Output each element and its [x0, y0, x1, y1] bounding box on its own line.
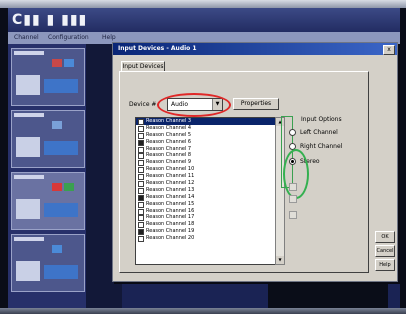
channel-list-item[interactable]: Reason Channel 17: [136, 214, 276, 222]
input-options-label: Input Options: [301, 116, 342, 123]
channel-label: Reason Channel 11: [146, 173, 195, 180]
channel-list-item[interactable]: Reason Channel 18: [136, 221, 276, 229]
channel-list-item[interactable]: Reason Channel 20: [136, 235, 276, 243]
channel-label: Reason Channel 18: [146, 221, 195, 228]
cancel-button[interactable]: Cancel: [375, 245, 395, 257]
channel-list-item[interactable]: Reason Channel 3: [136, 118, 276, 125]
channel-list-item[interactable]: Reason Channel 10: [136, 166, 276, 174]
track-tile-selected[interactable]: [11, 172, 85, 230]
device-label: Device #: [129, 101, 157, 108]
monitor-bezel-bottom: [0, 308, 406, 314]
checkbox-icon[interactable]: [138, 236, 144, 243]
channel-list-item[interactable]: Reason Channel 19: [136, 228, 276, 236]
channel-label: Reason Channel 8: [146, 152, 192, 159]
channel-label: Reason Channel 19: [146, 228, 195, 235]
channel-list-item[interactable]: Reason Channel 6: [136, 139, 276, 146]
disabled-checkbox: [289, 211, 297, 219]
ok-button[interactable]: OK: [375, 231, 395, 243]
menu-item-configuration[interactable]: Configuration: [48, 34, 89, 41]
input-devices-dialog: Input Devices - Audio 1 x Input Devices …: [112, 42, 398, 282]
red-highlight-annotation: [157, 93, 231, 117]
channel-label: Reason Channel 12: [146, 180, 195, 187]
channel-list-item[interactable]: Reason Channel 8: [136, 152, 276, 160]
channel-list-item[interactable]: Reason Channel 7: [136, 146, 276, 153]
app-logo: C▮▮ ▮ ▮▮▮: [12, 12, 88, 28]
channel-label: Reason Channel 20: [146, 235, 195, 242]
channel-list-item[interactable]: Reason Channel 4: [136, 125, 276, 132]
channel-list-item[interactable]: Reason Channel 5: [136, 132, 276, 139]
channel-label: Reason Channel 13: [146, 186, 195, 193]
channel-label: Reason Channel 17: [146, 214, 195, 221]
disabled-checkbox: [289, 183, 297, 191]
channel-label: Reason Channel 9: [146, 159, 192, 166]
monitor-bezel-top: [0, 0, 406, 8]
channel-list[interactable]: Reason Channel 3 Reason Channel 4 Reason C…: [135, 117, 277, 265]
channel-label: Reason Channel 16: [146, 207, 195, 214]
app-title-bar: C▮▮ ▮ ▮▮▮: [8, 8, 400, 32]
menu-item-help[interactable]: Help: [102, 34, 116, 41]
properties-button[interactable]: Properties: [233, 98, 279, 110]
track-tile[interactable]: [11, 110, 85, 168]
channel-label: Reason Channel 15: [146, 200, 195, 207]
green-circle-annotation: [283, 149, 309, 199]
channel-label: Reason Channel 4: [146, 124, 192, 131]
channel-label: Reason Channel 6: [146, 138, 192, 145]
help-button[interactable]: Help: [375, 259, 395, 271]
channel-list-item[interactable]: Reason Channel 14: [136, 194, 276, 201]
dialog-title: Input Devices - Audio 1: [118, 45, 197, 52]
track-tile[interactable]: [11, 48, 85, 106]
scroll-down-icon[interactable]: ▼: [276, 256, 284, 264]
channel-list-item[interactable]: Reason Channel 16: [136, 208, 276, 215]
channel-list-item[interactable]: Reason Channel 9: [136, 159, 276, 167]
channel-label: Reason Channel 10: [146, 166, 195, 173]
channel-label: Reason Channel 3: [146, 118, 192, 124]
menu-item-channel[interactable]: Channel: [14, 34, 39, 41]
dialog-title-bar: Input Devices - Audio 1 x: [113, 43, 397, 55]
channel-label: Reason Channel 7: [146, 145, 192, 152]
channel-list-item[interactable]: Reason Channel 15: [136, 201, 276, 208]
radio-icon[interactable]: [289, 129, 296, 136]
channel-list-item[interactable]: Reason Channel 13: [136, 187, 276, 194]
disabled-checkbox: [289, 195, 297, 203]
option-left-channel[interactable]: Left Channel: [289, 129, 338, 136]
close-icon[interactable]: x: [383, 45, 395, 55]
channel-label: Reason Channel 14: [146, 193, 195, 200]
track-tile[interactable]: [11, 234, 85, 292]
channel-list-item[interactable]: Reason Channel 11: [136, 173, 276, 181]
channel-label: Reason Channel 5: [146, 131, 192, 138]
channel-list-item[interactable]: Reason Channel 12: [136, 180, 276, 188]
track-panel: [8, 44, 86, 308]
